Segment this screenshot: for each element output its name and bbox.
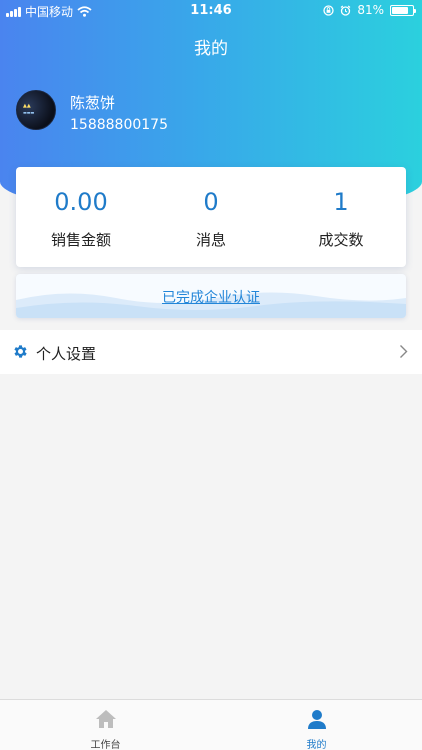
stat-value: 0	[203, 188, 219, 216]
stat-value: 0.00	[54, 188, 108, 216]
stat-sales-amount[interactable]: 0.00 销售金额	[16, 167, 146, 267]
status-bar: 中国移动 11:46 81%	[0, 0, 422, 22]
user-phone: 15888800175	[70, 117, 168, 133]
user-icon	[307, 710, 326, 729]
avatar[interactable]: ▲▲ ▬▬▬	[16, 90, 56, 130]
stats-card: 0.00 销售金额 0 消息 1 成交数	[16, 167, 406, 267]
battery-icon	[390, 4, 416, 16]
settings-label: 个人设置	[36, 345, 97, 363]
tab-label: 我的	[306, 740, 327, 750]
certification-banner: 已完成企业认证	[16, 274, 406, 318]
alarm-icon	[340, 5, 351, 16]
orientation-lock-icon	[323, 4, 334, 16]
battery-percent: 81%	[357, 3, 384, 17]
stat-label: 销售金额	[50, 231, 111, 249]
status-right: 81%	[323, 3, 416, 17]
tab-workbench[interactable]: 工作台	[0, 700, 211, 750]
stat-deals[interactable]: 1 成交数	[276, 167, 406, 267]
tab-label: 工作台	[90, 740, 121, 750]
avatar-image-detail-2: ▬▬▬	[23, 110, 35, 115]
avatar-image-detail: ▲▲	[23, 103, 31, 109]
stat-label: 消息	[195, 231, 226, 249]
home-icon	[95, 710, 116, 728]
certification-link[interactable]: 已完成企业认证	[16, 287, 406, 307]
chevron-right-icon	[400, 345, 408, 358]
battery-fill	[392, 6, 408, 14]
page-title: 我的	[194, 39, 228, 59]
tab-mine[interactable]: 我的	[211, 700, 422, 750]
stat-messages[interactable]: 0 消息	[146, 167, 276, 267]
gear-icon	[14, 345, 27, 358]
user-name: 陈葱饼	[70, 94, 116, 112]
stat-value: 1	[333, 188, 349, 216]
tab-bar: 工作台 我的	[0, 699, 422, 750]
settings-row[interactable]: 个人设置	[0, 330, 422, 374]
stat-label: 成交数	[318, 231, 364, 249]
